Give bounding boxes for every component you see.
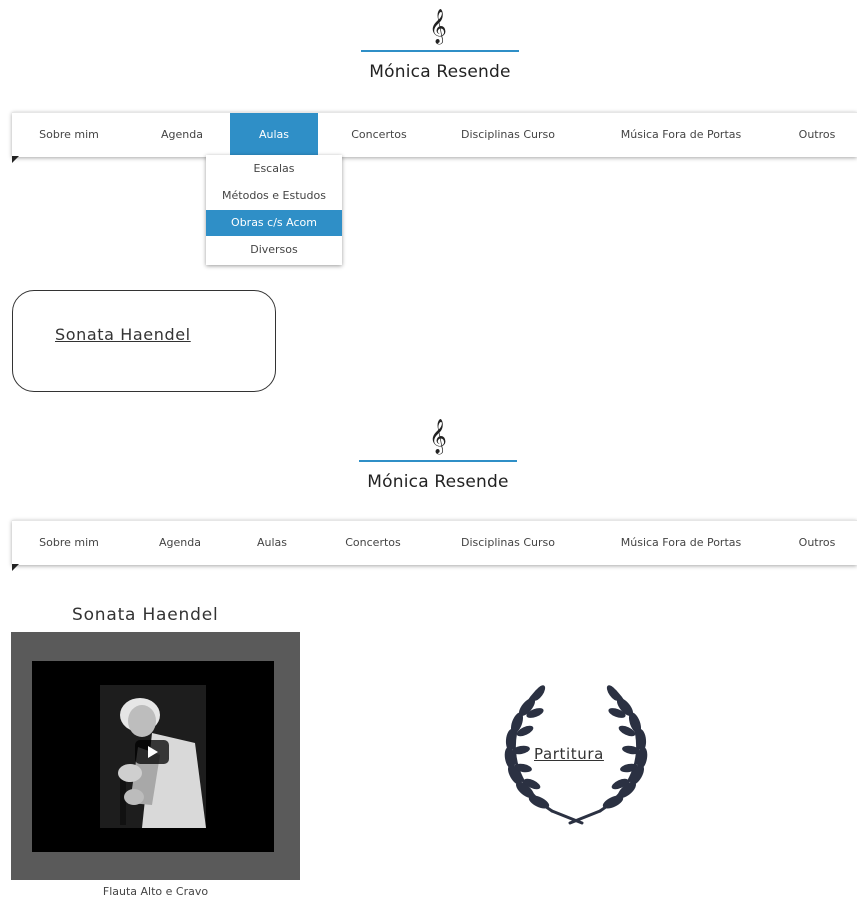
- dropdown-item-escalas[interactable]: Escalas: [206, 156, 342, 182]
- page-title: Sonata Haendel: [72, 605, 219, 625]
- nav-item-musica-fora-de-portas[interactable]: Música Fora de Portas: [606, 113, 756, 157]
- site-title[interactable]: Mónica Resende: [338, 472, 538, 492]
- nav-item-musica-fora-de-portas[interactable]: Música Fora de Portas: [606, 521, 756, 565]
- nav-item-concertos[interactable]: Concertos: [334, 113, 424, 157]
- dropdown-item-metodos-e-estudos[interactable]: Métodos e Estudos: [206, 183, 342, 209]
- aulas-dropdown-menu: Escalas Métodos e Estudos Obras c/s Acom…: [206, 155, 342, 265]
- nav-item-outros[interactable]: Outros: [787, 521, 847, 565]
- partitura-wreath[interactable]: Partitura: [497, 683, 655, 825]
- nav-item-concertos[interactable]: Concertos: [328, 521, 418, 565]
- header-divider: [359, 460, 517, 462]
- play-icon[interactable]: [135, 740, 169, 764]
- sonata-haendel-link[interactable]: Sonata Haendel: [55, 325, 191, 344]
- nav-corner-fold: [12, 156, 19, 163]
- treble-clef-icon: 𝄞: [429, 419, 447, 454]
- main-nav: Sobre mim Agenda Aulas Concertos Discipl…: [12, 112, 857, 157]
- nav-item-sobre-mim[interactable]: Sobre mim: [24, 113, 114, 157]
- header-divider: [361, 50, 519, 52]
- video-player[interactable]: [11, 632, 300, 880]
- main-nav: Sobre mim Agenda Aulas Concertos Discipl…: [12, 520, 857, 565]
- nav-item-disciplinas-curso[interactable]: Disciplinas Curso: [448, 113, 568, 157]
- nav-item-outros[interactable]: Outros: [787, 113, 847, 157]
- nav-item-aulas[interactable]: Aulas: [234, 521, 310, 565]
- sonata-haendel-card[interactable]: Sonata Haendel: [12, 290, 276, 392]
- dropdown-item-diversos[interactable]: Diversos: [206, 237, 342, 263]
- nav-item-agenda[interactable]: Agenda: [140, 521, 220, 565]
- site-title[interactable]: Mónica Resende: [340, 62, 540, 82]
- video-thumbnail: [100, 685, 206, 828]
- dropdown-item-obras[interactable]: Obras c/s Acom: [206, 210, 342, 236]
- treble-clef-icon: 𝄞: [429, 9, 447, 44]
- nav-corner-fold: [12, 564, 19, 571]
- nav-item-agenda[interactable]: Agenda: [142, 113, 222, 157]
- video-screen: [32, 661, 274, 852]
- nav-item-disciplinas-curso[interactable]: Disciplinas Curso: [448, 521, 568, 565]
- nav-item-sobre-mim[interactable]: Sobre mim: [24, 521, 114, 565]
- video-caption: Flauta Alto e Cravo: [102, 885, 209, 898]
- partitura-link[interactable]: Partitura: [534, 745, 604, 763]
- nav-item-aulas[interactable]: Aulas: [230, 113, 318, 157]
